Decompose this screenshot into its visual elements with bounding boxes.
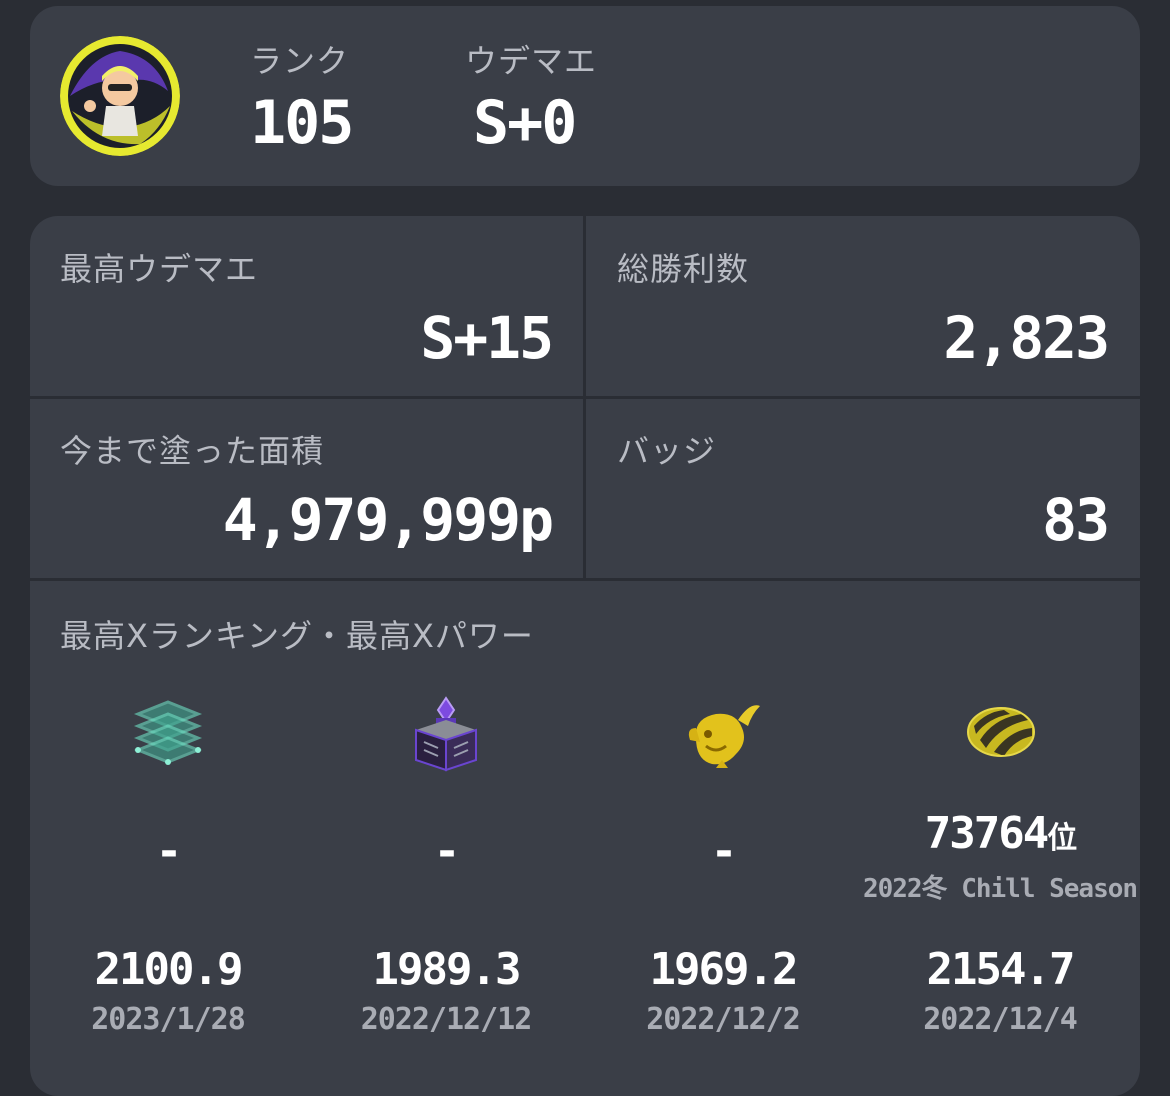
avatar-icon bbox=[60, 36, 180, 156]
clam-blitz-power: 2154.7 bbox=[926, 944, 1076, 995]
profile-card: ランク 105 ウデマエ S+0 bbox=[30, 6, 1140, 186]
x-ranking-section-label: 最高Xランキング・最高Xパワー bbox=[60, 617, 534, 655]
badges-label: バッジ bbox=[617, 432, 717, 470]
udemae-label: ウデマエ bbox=[465, 42, 598, 80]
badges-value: 83 bbox=[1042, 486, 1110, 554]
max-udemae-value: S+15 bbox=[420, 304, 554, 372]
splat-zones-icon bbox=[132, 696, 204, 772]
rainmaker-power: 1969.2 bbox=[649, 944, 799, 995]
clam-blitz-rank: 73764位 bbox=[860, 808, 1140, 859]
divider-horizontal-2 bbox=[30, 578, 1140, 581]
painted-area-value: 4,979,999p bbox=[222, 486, 554, 554]
player-avatar[interactable] bbox=[60, 36, 180, 156]
splat-zones-power: 2100.9 bbox=[94, 944, 244, 995]
total-wins-label: 総勝利数 bbox=[617, 250, 750, 288]
tower-control-power: 1989.3 bbox=[372, 944, 522, 995]
total-wins-value: 2,823 bbox=[943, 304, 1110, 372]
max-udemae-label: 最高ウデマエ bbox=[60, 250, 259, 288]
clam-blitz-icon bbox=[966, 704, 1036, 764]
rank-label: ランク bbox=[250, 42, 350, 80]
clam-blitz-rank-suffix: 位 bbox=[1047, 821, 1077, 856]
tower-control-icon bbox=[410, 694, 482, 776]
painted-area-label: 今まで塗った面積 bbox=[60, 432, 325, 470]
rainmaker-icon bbox=[686, 698, 762, 774]
divider-horizontal-1 bbox=[30, 396, 1140, 399]
rainmaker-date: 2022/12/2 bbox=[646, 1002, 801, 1037]
stats-card: 最高ウデマエ S+15 総勝利数 2,823 今まで塗った面積 4,979,99… bbox=[30, 216, 1140, 1096]
splat-zones-rank: - bbox=[155, 826, 183, 877]
clam-blitz-rank-number: 73764 bbox=[924, 808, 1049, 859]
clam-blitz-season: 2022冬 Chill Season bbox=[862, 874, 1138, 904]
udemae-value: S+0 bbox=[473, 88, 577, 158]
tower-control-rank: - bbox=[433, 826, 461, 877]
clam-blitz-date: 2022/12/4 bbox=[923, 1002, 1078, 1037]
rainmaker-rank: - bbox=[710, 826, 738, 877]
splat-zones-date: 2023/1/28 bbox=[91, 1002, 246, 1037]
rank-value: 105 bbox=[250, 88, 354, 158]
tower-control-date: 2022/12/12 bbox=[360, 1002, 533, 1037]
